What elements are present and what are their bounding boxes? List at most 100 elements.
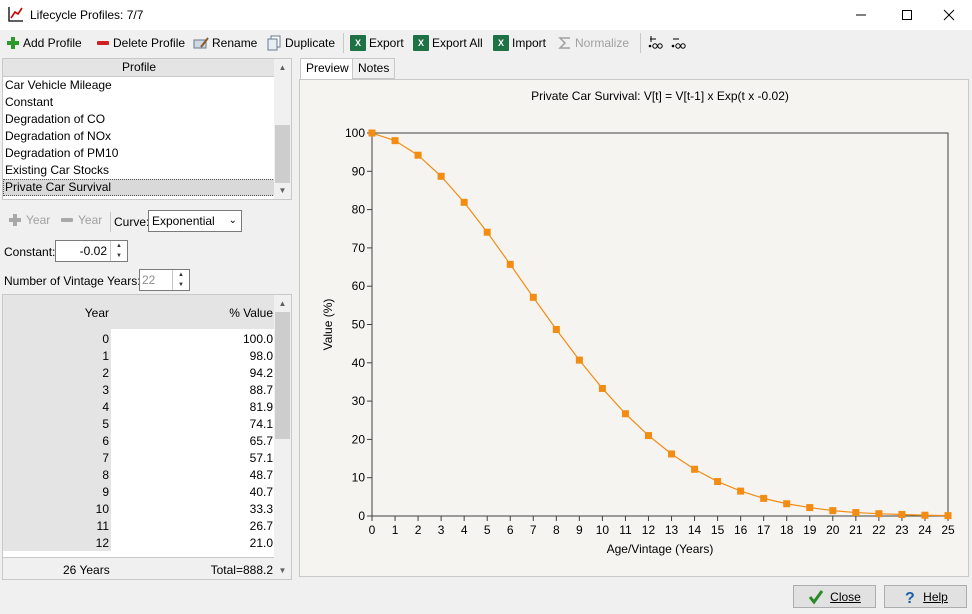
- spin-up-icon[interactable]: ▲: [111, 241, 127, 251]
- scroll-up-icon[interactable]: ▲: [274, 59, 291, 76]
- minimize-button[interactable]: [838, 0, 884, 30]
- data-point: [621, 410, 629, 418]
- tab-preview[interactable]: Preview: [300, 58, 355, 80]
- toolbar-separator: [640, 33, 641, 53]
- table-row[interactable]: 2 94.2: [3, 365, 275, 382]
- vintage-years-value: 22: [142, 273, 156, 287]
- table-row[interactable]: 5 74.1: [3, 416, 275, 433]
- x-tick-label: 25: [941, 523, 955, 537]
- curve-select[interactable]: Exponential ⌄: [148, 210, 242, 232]
- row-value[interactable]: 40.7: [250, 484, 273, 501]
- profile-item[interactable]: Car Vehicle Mileage: [3, 77, 275, 94]
- x-tick-label: 2: [415, 523, 422, 537]
- spin-buttons[interactable]: ▲ ▼: [172, 270, 189, 290]
- data-point: [898, 510, 906, 518]
- profile-item[interactable]: Existing Car Stocks: [3, 162, 275, 179]
- profile-item-selected[interactable]: Private Car Survival: [3, 179, 275, 196]
- row-value[interactable]: 33.3: [250, 501, 273, 518]
- profile-item[interactable]: Degradation of NOx: [3, 128, 275, 145]
- value-total: Total=888.2: [210, 563, 273, 577]
- year-column-header[interactable]: Year: [85, 306, 109, 320]
- scroll-up-icon[interactable]: ▲: [274, 295, 291, 312]
- remove-year-button[interactable]: Year: [60, 213, 102, 227]
- row-value[interactable]: 88.7: [250, 382, 273, 399]
- year-controls: Year Year Curve: Exponential ⌄: [2, 208, 292, 236]
- data-point: [737, 487, 745, 495]
- y-tick-label: 70: [352, 241, 366, 255]
- spin-buttons[interactable]: ▲ ▼: [110, 241, 127, 261]
- data-point: [760, 494, 768, 502]
- import-button[interactable]: X Import: [493, 33, 546, 53]
- row-value[interactable]: 81.9: [250, 399, 273, 416]
- maximize-button[interactable]: [884, 0, 930, 30]
- profile-item[interactable]: Degradation of PM10: [3, 145, 275, 162]
- scrollbar-thumb[interactable]: [275, 125, 290, 183]
- table-row[interactable]: 8 48.7: [3, 467, 275, 484]
- data-point: [714, 478, 722, 486]
- rename-button[interactable]: Rename: [193, 33, 257, 53]
- x-axis-label: Age/Vintage (Years): [607, 542, 714, 556]
- table-row[interactable]: 3 88.7: [3, 382, 275, 399]
- data-point: [806, 504, 814, 512]
- row-value[interactable]: 94.2: [250, 365, 273, 382]
- profile-item[interactable]: Degradation of CO: [3, 111, 275, 128]
- window-close-button[interactable]: [926, 0, 972, 30]
- add-year-button[interactable]: Year: [8, 213, 50, 227]
- help-button[interactable]: ? Help: [884, 585, 967, 608]
- row-value[interactable]: 74.1: [250, 416, 273, 433]
- scroll-down-icon[interactable]: ▼: [274, 562, 291, 579]
- row-value[interactable]: 100.0: [243, 331, 273, 348]
- row-value[interactable]: 21.0: [250, 535, 273, 552]
- table-row[interactable]: 0 100.0: [3, 331, 275, 348]
- duplicate-label: Duplicate: [285, 36, 336, 50]
- table-row[interactable]: 7 57.1: [3, 450, 275, 467]
- profile-list-scrollbar[interactable]: ▲ ▼: [274, 59, 291, 199]
- row-value[interactable]: 26.7: [250, 518, 273, 535]
- x-tick-label: 15: [711, 523, 725, 537]
- toolbar-separator: [343, 33, 344, 53]
- minus-icon: [61, 218, 73, 222]
- help-label: Help: [923, 589, 948, 604]
- constant-spinbox[interactable]: -0.02 ▲ ▼: [55, 240, 128, 262]
- table-row[interactable]: 6 65.7: [3, 433, 275, 450]
- profile-column-header[interactable]: Profile: [3, 59, 275, 77]
- x-tick-label: 9: [576, 523, 583, 537]
- year-table-scrollbar[interactable]: ▲ ▼: [274, 295, 291, 579]
- table-row[interactable]: 1 98.0: [3, 348, 275, 365]
- x-tick-label: 19: [803, 523, 817, 537]
- export-all-button[interactable]: X Export All: [413, 33, 483, 53]
- row-value[interactable]: 65.7: [250, 433, 273, 450]
- export-button[interactable]: X Export: [350, 33, 404, 53]
- add-profile-button[interactable]: Add Profile: [6, 33, 82, 53]
- close-button[interactable]: Close: [793, 585, 876, 608]
- window-title: Lifecycle Profiles: 7/7: [30, 8, 144, 22]
- close-icon: [943, 9, 955, 21]
- table-row[interactable]: 9 40.7: [3, 484, 275, 501]
- table-row[interactable]: 10 33.3: [3, 501, 275, 518]
- x-tick-label: 24: [918, 523, 932, 537]
- row-value[interactable]: 98.0: [250, 348, 273, 365]
- table-row[interactable]: 4 81.9: [3, 399, 275, 416]
- vintage-years-spinbox[interactable]: 22 ▲ ▼: [139, 269, 190, 291]
- table-row[interactable]: 12 21.0: [3, 535, 275, 552]
- value-column-header[interactable]: % Value: [229, 306, 273, 320]
- duplicate-button[interactable]: Duplicate: [266, 33, 335, 53]
- y-tick-label: 50: [352, 318, 366, 332]
- data-point: [944, 512, 952, 520]
- scroll-down-icon[interactable]: ▼: [274, 182, 291, 199]
- scrollbar-thumb[interactable]: [275, 312, 290, 439]
- delete-profile-button[interactable]: Delete Profile: [96, 33, 185, 53]
- row-year: 10: [95, 502, 109, 516]
- profile-item[interactable]: Constant: [3, 94, 275, 111]
- decrease-decimals-button[interactable]: [670, 33, 686, 53]
- x-tick-label: 21: [849, 523, 863, 537]
- spin-down-icon[interactable]: ▼: [111, 251, 127, 261]
- spin-down-icon[interactable]: ▼: [173, 280, 189, 290]
- increase-decimals-button[interactable]: [647, 33, 663, 53]
- row-value[interactable]: 48.7: [250, 467, 273, 484]
- table-row[interactable]: 11 26.7: [3, 518, 275, 535]
- normalize-button[interactable]: Normalize: [558, 33, 629, 53]
- row-value[interactable]: 57.1: [250, 450, 273, 467]
- spin-up-icon[interactable]: ▲: [173, 270, 189, 280]
- tab-notes[interactable]: Notes: [352, 58, 396, 79]
